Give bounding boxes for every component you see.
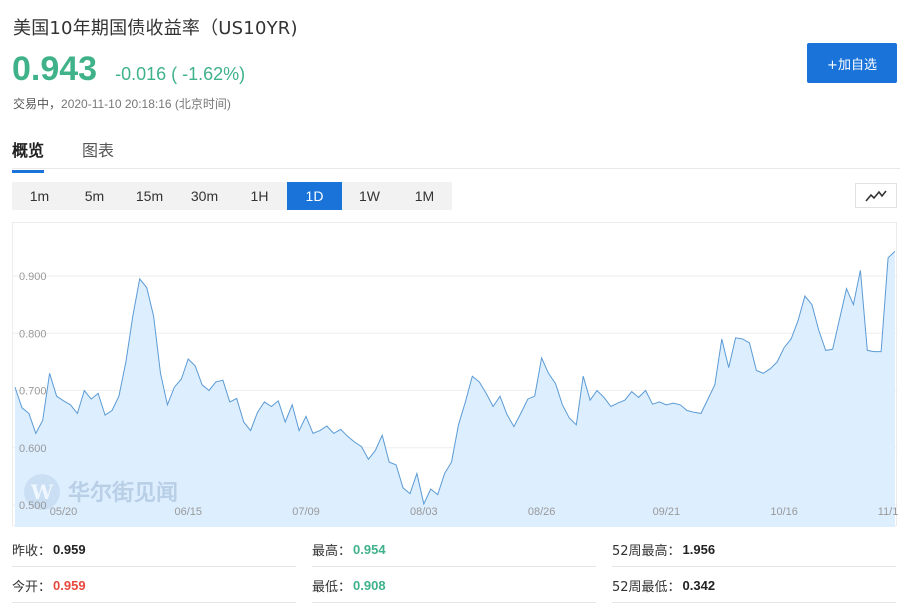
quote-row: 0.943 -0.016 ( -1.62%) (12, 50, 245, 89)
price-change: -0.016 ( -1.62%) (115, 64, 246, 84)
current-price: 0.943 (12, 50, 98, 88)
tab-divider (12, 168, 900, 169)
y-tick-label: 0.900 (19, 271, 47, 283)
chart-type-toggle[interactable] (855, 183, 897, 208)
watermark-text: 华尔街见闻 (68, 480, 178, 506)
stat-52w-low: 52周最低： 0.342 (612, 569, 896, 603)
stats-row: 昨收： 0.959 最高： 0.954 52周最高： 1.956 (12, 533, 897, 569)
x-tick-label: 05/20 (50, 506, 78, 518)
x-tick-label: 07/09 (292, 506, 320, 518)
range-button-5m[interactable]: 5m (67, 182, 122, 210)
watermark: W 华尔街见闻 (24, 474, 178, 510)
x-tick-label: 11/1 (878, 506, 898, 518)
y-tick-label: 0.500 (19, 500, 47, 512)
time-range-selector: 1m 5m 15m 30m 1H 1D 1W 1M (12, 182, 452, 210)
page-title: 美国10年期国债收益率（US10YR) (13, 18, 298, 39)
range-button-1m[interactable]: 1m (12, 182, 67, 210)
y-tick-label: 0.800 (19, 328, 47, 340)
stat-high: 最高： 0.954 (312, 533, 596, 567)
x-tick-label: 10/16 (770, 506, 798, 518)
yield-area-chart: W 华尔街见闻 0.900 0.800 0.700 0.600 0.500 05/20 0… (13, 251, 898, 527)
stat-open: 今开： 0.959 (12, 569, 296, 603)
range-button-1mo[interactable]: 1M (397, 182, 452, 210)
trading-status: 交易中，2020-11-10 20:18:16 (北京时间) (13, 95, 231, 112)
stat-52w-high: 52周最高： 1.956 (612, 533, 896, 567)
x-tick-label: 09/21 (653, 506, 681, 518)
range-button-30m[interactable]: 30m (177, 182, 232, 210)
range-button-1d[interactable]: 1D (287, 182, 342, 210)
x-tick-label: 06/15 (174, 506, 202, 518)
add-to-watchlist-button[interactable]: +加自选 (807, 43, 897, 83)
range-button-15m[interactable]: 15m (122, 182, 177, 210)
y-tick-label: 0.700 (19, 386, 47, 398)
y-tick-label: 0.600 (19, 443, 47, 455)
range-button-1h[interactable]: 1H (232, 182, 287, 210)
stat-prev-close: 昨收： 0.959 (12, 533, 296, 567)
stats-row: 今开： 0.959 最低： 0.908 52周最低： 0.342 (12, 569, 897, 605)
price-chart: W 华尔街见闻 0.900 0.800 0.700 0.600 0.500 05/20 0… (12, 222, 898, 527)
quote-stats: 昨收： 0.959 最高： 0.954 52周最高： 1.956 今开： 0.959 最… (12, 533, 897, 605)
range-button-1w[interactable]: 1W (342, 182, 397, 210)
x-tick-label: 08/26 (528, 506, 556, 518)
line-chart-icon (865, 190, 887, 202)
stat-low: 最低： 0.908 (312, 569, 596, 603)
quote-timestamp: 2020-11-10 20:18:16 (北京时间) (61, 97, 231, 111)
x-tick-label: 08/03 (410, 506, 438, 518)
status-label: 交易中， (13, 97, 62, 111)
